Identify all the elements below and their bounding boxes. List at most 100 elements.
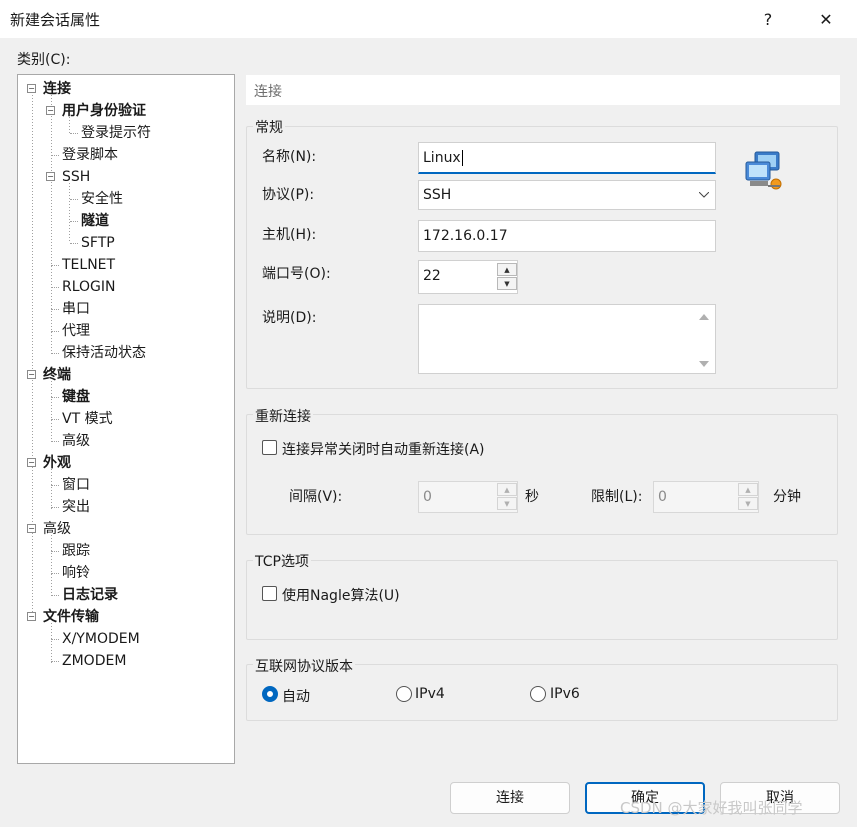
chevron-down-icon (699, 192, 709, 198)
tree-connector-icon (51, 661, 59, 662)
tree-item[interactable]: 高级 (43, 518, 71, 540)
port-spinner[interactable]: ▲ ▼ (497, 263, 517, 290)
tree-item[interactable]: 窗口 (62, 474, 90, 496)
general-group-label: 常规 (253, 117, 285, 137)
tree-item[interactable]: 日志记录 (62, 584, 118, 606)
protocol-select[interactable]: SSH (418, 180, 716, 210)
tree-connector-icon (51, 287, 59, 288)
tree-toggle-icon[interactable]: − (27, 370, 36, 379)
auto-reconnect-checkbox[interactable] (262, 440, 277, 455)
spin-down-icon[interactable]: ▼ (738, 497, 758, 510)
reconnect-group-label: 重新连接 (253, 406, 313, 426)
tree-connector-icon (70, 133, 78, 134)
tree-item[interactable]: 突出 (62, 496, 90, 518)
tree-item[interactable]: 连接 (43, 78, 71, 100)
connect-button[interactable]: 连接 (450, 782, 570, 814)
tree-connector-icon (51, 507, 59, 508)
name-value: Linux (423, 150, 461, 166)
auto-reconnect-label: 连接异常关闭时自动重新连接(A) (282, 442, 485, 458)
port-label: 端口号(O): (262, 266, 331, 282)
tree-item[interactable]: ZMODEM (62, 650, 126, 672)
ip-auto-radio[interactable] (262, 686, 278, 702)
tree-connector-icon (51, 155, 59, 156)
tree-item[interactable]: 代理 (62, 320, 90, 342)
tree-connector-icon (51, 573, 59, 574)
category-label: 类别(C): (17, 52, 71, 68)
ip-version-group-label: 互联网协议版本 (253, 656, 355, 676)
tcp-group-label: TCP选项 (253, 551, 311, 571)
tree-connector-icon (51, 639, 59, 640)
tree-item[interactable]: RLOGIN (62, 276, 116, 298)
name-input[interactable]: Linux (418, 142, 716, 174)
tree-item[interactable]: 终端 (43, 364, 71, 386)
tree-toggle-icon[interactable]: − (27, 524, 36, 533)
tree-item[interactable]: 保持活动状态 (62, 342, 146, 364)
name-label: 名称(N): (262, 149, 317, 165)
spin-up-icon[interactable]: ▲ (497, 263, 517, 276)
close-button[interactable]: ✕ (804, 3, 848, 35)
limit-unit: 分钟 (773, 489, 801, 505)
port-value: 22 (423, 268, 441, 284)
watermark: CSDN @大家好我叫张同学 (620, 799, 803, 817)
reconnect-group (246, 414, 838, 535)
tree-connector-icon (51, 309, 59, 310)
ipv4-radio[interactable] (396, 686, 412, 702)
description-textarea[interactable] (418, 304, 716, 374)
interval-spinner[interactable]: ▲ ▼ (497, 483, 517, 510)
tree-toggle-icon[interactable]: − (27, 84, 36, 93)
tree-item[interactable]: SSH (62, 166, 90, 188)
tree-toggle-icon[interactable]: − (46, 106, 55, 115)
spin-down-icon[interactable]: ▼ (497, 277, 517, 290)
tree-item[interactable]: 跟踪 (62, 540, 90, 562)
tree-toggle-icon[interactable]: − (46, 172, 55, 181)
host-label: 主机(H): (262, 227, 317, 243)
network-computers-icon (745, 151, 782, 190)
help-button[interactable]: ? (746, 3, 790, 35)
interval-label: 间隔(V): (289, 489, 343, 505)
tree-connector-icon (51, 419, 59, 420)
ipv4-label: IPv4 (415, 686, 445, 702)
host-value: 172.16.0.17 (423, 228, 508, 244)
tree-toggle-icon[interactable]: − (27, 612, 36, 621)
spin-up-icon[interactable]: ▲ (738, 483, 758, 496)
panel-header-title: 连接 (254, 84, 282, 100)
interval-value: 0 (423, 489, 432, 505)
tree-item[interactable]: 用户身份验证 (62, 100, 146, 122)
ipv6-radio[interactable] (530, 686, 546, 702)
tree-item[interactable]: VT 模式 (62, 408, 113, 430)
limit-spinner[interactable]: ▲ ▼ (738, 483, 758, 510)
panel-header: 连接 (246, 75, 840, 105)
tree-connector-icon (51, 353, 59, 354)
limit-label: 限制(L): (591, 489, 643, 505)
protocol-value: SSH (423, 187, 452, 203)
spin-down-icon[interactable]: ▼ (497, 497, 517, 510)
tree-item[interactable]: 串口 (62, 298, 90, 320)
tree-item[interactable]: 登录脚本 (62, 144, 118, 166)
tree-item[interactable]: X/YMODEM (62, 628, 140, 650)
tree-connector-icon (70, 243, 78, 244)
scrollbar-arrows-icon[interactable] (699, 313, 709, 369)
tree-connector-icon (70, 221, 78, 222)
tree-item[interactable]: 键盘 (62, 386, 90, 408)
tree-item[interactable]: 隧道 (81, 210, 109, 232)
tree-connector-icon (51, 595, 59, 596)
tree-connector-icon (51, 441, 59, 442)
interval-unit: 秒 (525, 489, 539, 505)
tree-item[interactable]: 响铃 (62, 562, 90, 584)
nagle-checkbox[interactable] (262, 586, 277, 601)
spin-up-icon[interactable]: ▲ (497, 483, 517, 496)
tree-toggle-icon[interactable]: − (27, 458, 36, 467)
tree-item[interactable]: 文件传输 (43, 606, 99, 628)
tree-item[interactable]: 外观 (43, 452, 71, 474)
tree-item[interactable]: 高级 (62, 430, 90, 452)
host-input[interactable]: 172.16.0.17 (418, 220, 716, 252)
category-tree[interactable]: − 连接 − 用户身份验证 登录提示符 登录脚本 − SSH 安全性 隧道 SFTP TELNET RL… (17, 74, 235, 764)
tree-item[interactable]: SFTP (81, 232, 115, 254)
tree-item[interactable]: 安全性 (81, 188, 123, 210)
tree-connector-icon (51, 397, 59, 398)
protocol-label: 协议(P): (262, 187, 315, 203)
tree-item[interactable]: TELNET (62, 254, 115, 276)
ip-auto-label: 自动 (282, 689, 310, 705)
tree-item[interactable]: 登录提示符 (81, 122, 151, 144)
title-bar: 新建会话属性 ? ✕ (0, 0, 857, 38)
